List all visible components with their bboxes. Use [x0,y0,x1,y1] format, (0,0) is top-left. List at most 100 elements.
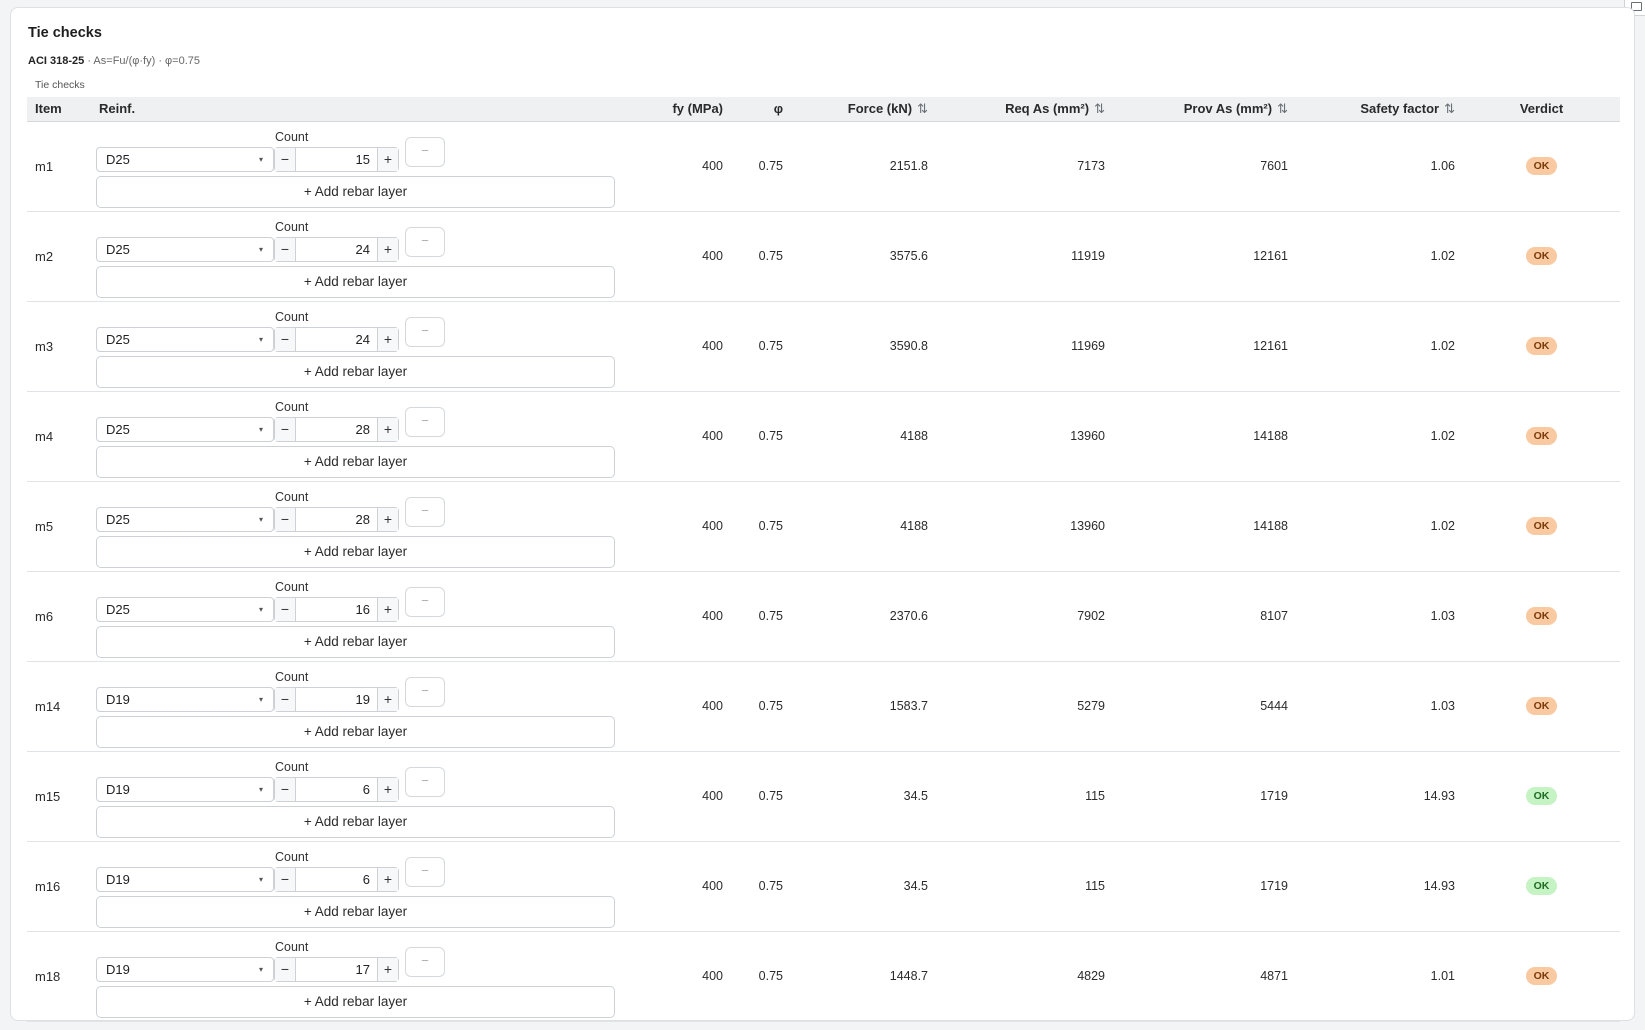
increment-button[interactable]: + [377,147,398,171]
increment-button[interactable]: + [377,237,398,261]
add-rebar-layer-button[interactable]: + Add rebar layer [96,625,615,658]
count-stepper[interactable]: −24 + [274,236,399,262]
rebar-size-select[interactable]: D19 ▾ [96,686,274,712]
decrement-button[interactable]: − [275,417,296,441]
count-input[interactable]: 24 [296,238,377,261]
rebar-size-select[interactable]: D25 ▾ [96,416,274,442]
chevron-down-icon: ▾ [258,334,263,344]
rebar-size-select[interactable]: D25 ▾ [96,506,274,532]
decrement-button[interactable]: − [275,597,296,621]
count-stepper[interactable]: −19 + [274,686,399,712]
count-input[interactable]: 28 [296,508,377,531]
item-cell: m5 [35,518,54,534]
rebar-layer: Count D25 ▾ −24 + − + Add rebar layer [91,302,623,391]
decrement-button[interactable]: − [275,507,296,531]
count-input[interactable]: 16 [296,598,377,621]
count-input[interactable]: 24 [296,328,377,351]
reinf-cell: Count D19 ▾ −6 + − + Add rebar layer [91,751,623,841]
sort-icon[interactable]: ⇅ [1094,101,1105,117]
decrement-button[interactable]: − [275,867,296,891]
decrement-button[interactable]: − [275,237,296,261]
count-stepper[interactable]: −17 + [274,956,399,982]
col-req-as[interactable]: Req As (mm²) ⇅ [936,97,1113,122]
sort-icon[interactable]: ⇅ [917,101,928,117]
add-rebar-layer-button[interactable]: + Add rebar layer [96,265,615,298]
increment-button[interactable]: + [377,507,398,531]
col-prov-as[interactable]: Prov As (mm²) ⇅ [1113,97,1296,122]
force-cell: 1448.7 [889,969,928,983]
sort-icon[interactable]: ⇅ [1444,101,1455,117]
remove-layer-button[interactable]: − [405,676,445,707]
add-rebar-layer-button[interactable]: + Add rebar layer [96,445,615,478]
table-row: m18 Count D19 ▾ −17 + − + Add rebar layer 400 0.7… [27,931,1620,1021]
status-badge: OK [1525,607,1558,625]
count-stepper[interactable]: −28 + [274,416,399,442]
table-row: m1 Count D25 ▾ −15 + − + Add rebar layer 400 0.75… [27,121,1620,211]
remove-layer-button[interactable]: − [405,496,445,527]
force-cell: 3590.8 [889,339,928,353]
remove-layer-button[interactable]: − [405,766,445,797]
add-rebar-layer-button[interactable]: + Add rebar layer [96,895,615,928]
decrement-button[interactable]: − [275,327,296,351]
remove-layer-button[interactable]: − [405,946,445,977]
count-stepper[interactable]: −6 + [274,866,399,892]
rebar-size-select[interactable]: D25 ▾ [96,236,274,262]
add-rebar-layer-button[interactable]: + Add rebar layer [96,535,615,568]
count-stepper[interactable]: −15 + [274,146,399,172]
count-stepper[interactable]: −24 + [274,326,399,352]
count-stepper[interactable]: −6 + [274,776,399,802]
remove-layer-button[interactable]: − [405,136,445,167]
fy-cell: 400 [702,699,723,713]
decrement-button[interactable]: − [275,777,296,801]
increment-button[interactable]: + [377,777,398,801]
increment-button[interactable]: + [377,957,398,981]
remove-layer-button[interactable]: − [405,406,445,437]
reinf-cell: Count D25 ▾ −15 + − + Add rebar layer [91,121,623,211]
verdict-cell: OK [1463,121,1620,211]
phi-cell: 0.75 [758,609,783,623]
count-stepper[interactable]: −28 + [274,506,399,532]
increment-button[interactable]: + [377,597,398,621]
increment-button[interactable]: + [377,867,398,891]
add-rebar-layer-button[interactable]: + Add rebar layer [96,715,615,748]
rebar-size-select[interactable]: D19 ▾ [96,866,274,892]
remove-layer-button[interactable]: − [405,316,445,347]
count-input[interactable]: 15 [296,148,377,171]
decrement-button[interactable]: − [275,957,296,981]
count-input[interactable]: 19 [296,688,377,711]
count-input[interactable]: 6 [296,778,377,801]
decrement-button[interactable]: − [275,147,296,171]
table-row: m4 Count D25 ▾ −28 + − + Add rebar layer 400 0.75… [27,391,1620,481]
add-rebar-layer-button[interactable]: + Add rebar layer [96,985,615,1018]
remove-layer-button[interactable]: − [405,226,445,257]
prov-as-cell: 7601 [1260,159,1288,173]
force-cell: 4188 [900,519,928,533]
count-label: Count [275,309,309,324]
count-input[interactable]: 17 [296,958,377,981]
sort-icon[interactable]: ⇅ [1277,101,1288,117]
rebar-size-select[interactable]: D19 ▾ [96,776,274,802]
increment-button[interactable]: + [377,417,398,441]
rebar-size-select[interactable]: D25 ▾ [96,146,274,172]
count-stepper[interactable]: −16 + [274,596,399,622]
increment-button[interactable]: + [377,687,398,711]
add-rebar-layer-button[interactable]: + Add rebar layer [96,805,615,838]
decrement-button[interactable]: − [275,687,296,711]
add-rebar-layer-button[interactable]: + Add rebar layer [96,355,615,388]
rebar-size-select[interactable]: D25 ▾ [96,596,274,622]
count-input[interactable]: 28 [296,418,377,441]
col-force[interactable]: Force (kN) ⇅ [791,97,936,122]
rebar-size-select[interactable]: D19 ▾ [96,956,274,982]
rebar-size-value: D25 [106,331,130,347]
rebar-size-value: D25 [106,601,130,617]
add-rebar-layer-button[interactable]: + Add rebar layer [96,175,615,208]
count-input[interactable]: 6 [296,868,377,891]
table-row: m3 Count D25 ▾ −24 + − + Add rebar layer 400 0.75… [27,301,1620,391]
col-verdict: Verdict [1463,97,1620,122]
increment-button[interactable]: + [377,327,398,351]
force-cell: 34.5 [903,879,928,893]
col-safety[interactable]: Safety factor ⇅ [1296,97,1463,122]
remove-layer-button[interactable]: − [405,856,445,887]
rebar-size-select[interactable]: D25 ▾ [96,326,274,352]
remove-layer-button[interactable]: − [405,586,445,617]
